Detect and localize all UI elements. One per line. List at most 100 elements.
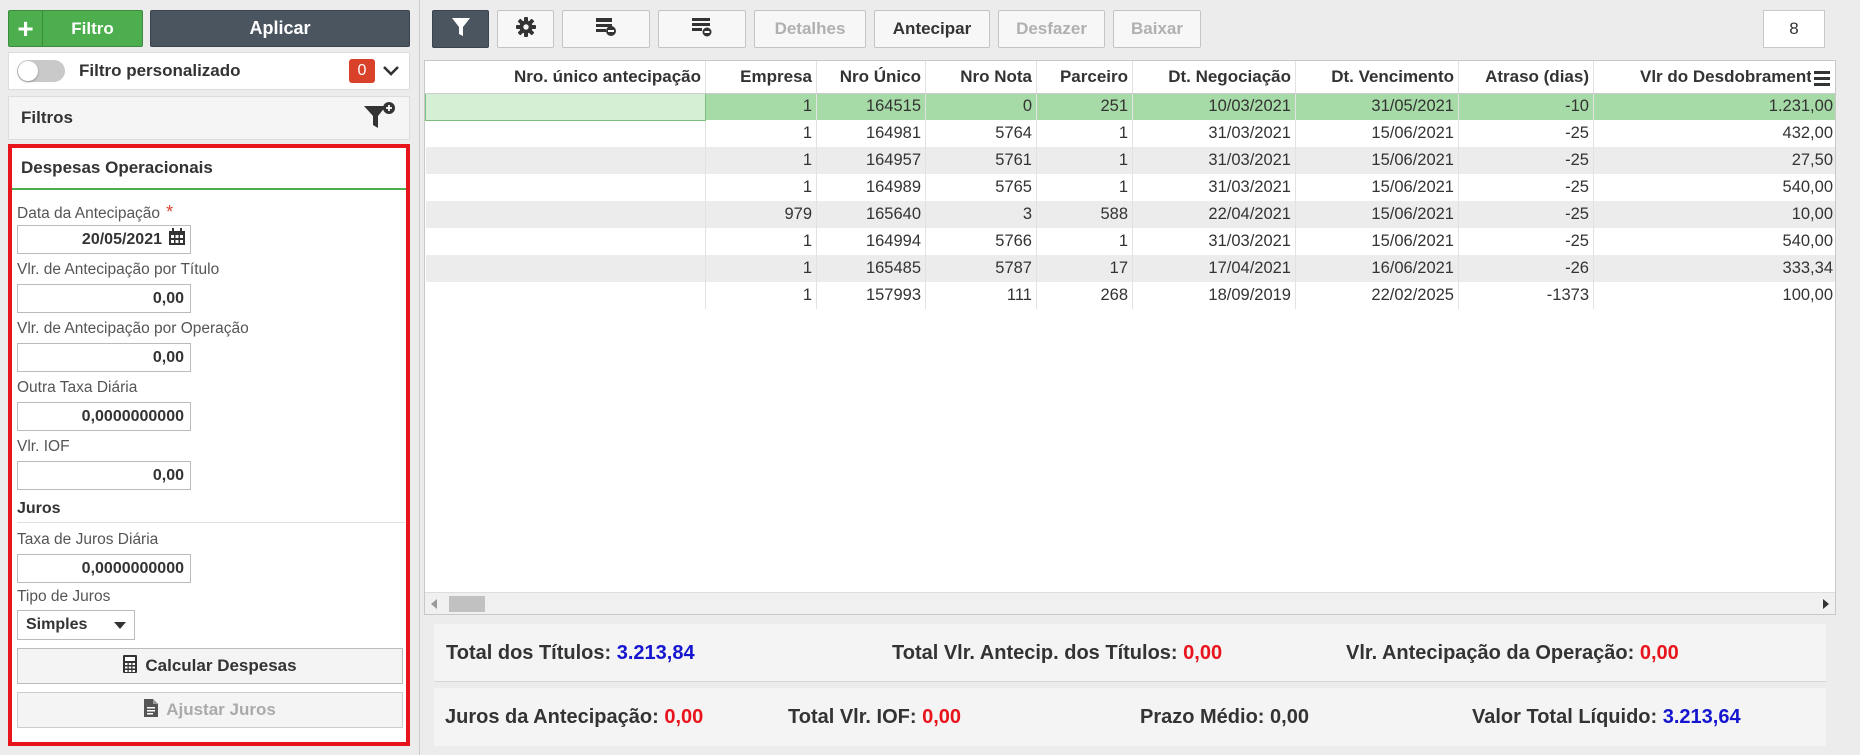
table-cell[interactable]: 157993 [816, 282, 926, 309]
table-cell[interactable]: 1 [705, 120, 817, 147]
table-cell[interactable]: 15/06/2021 [1295, 174, 1459, 201]
table-row[interactable]: 1 164994 5766 1 31/03/2021 15/06/2021 -25 540,0… [425, 228, 1835, 255]
table-cell[interactable]: 979 [705, 201, 817, 228]
table-cell[interactable]: -26 [1458, 255, 1594, 282]
detalhes-button[interactable]: Detalhes [754, 10, 866, 48]
filter-add-icon[interactable] [363, 101, 397, 136]
table-cell[interactable]: 1 [705, 147, 817, 174]
table-row[interactable]: 1 164981 5764 1 31/03/2021 15/06/2021 -25 432,0… [425, 120, 1835, 147]
table-cell[interactable]: 31/03/2021 [1132, 174, 1296, 201]
table-cell[interactable]: -1373 [1458, 282, 1594, 309]
filter-toggle-button[interactable] [432, 10, 489, 48]
antecipar-button[interactable]: Antecipar [874, 10, 990, 48]
custom-filter-toggle[interactable] [17, 60, 65, 82]
table-cell[interactable]: 5765 [925, 174, 1037, 201]
table-cell[interactable]: 165485 [816, 255, 926, 282]
table-cell[interactable]: 268 [1036, 282, 1133, 309]
table-cell[interactable]: 333,34 [1593, 255, 1835, 282]
vlr-iof-input[interactable]: 0,00 [17, 461, 191, 490]
data-antecipacao-input[interactable]: 20/05/2021 [17, 225, 191, 254]
table-cell[interactable]: -25 [1458, 228, 1594, 255]
remove-filter-button[interactable] [562, 10, 650, 48]
table-row[interactable]: 1 157993 111 268 18/09/2019 22/02/2025 -1373 10… [425, 282, 1835, 309]
clear-grid-button[interactable] [658, 10, 746, 48]
table-cell[interactable]: 251 [1036, 93, 1133, 120]
table-cell[interactable]: 1 [705, 255, 817, 282]
table-cell[interactable]: 31/03/2021 [1132, 228, 1296, 255]
scrollbar-thumb[interactable] [449, 596, 485, 612]
table-cell[interactable]: 31/03/2021 [1132, 147, 1296, 174]
table-cell[interactable]: 1 [1036, 147, 1133, 174]
settings-button[interactable] [497, 10, 554, 48]
table-cell[interactable] [425, 147, 706, 174]
table-cell[interactable]: 0 [925, 93, 1037, 120]
table-cell[interactable] [425, 174, 706, 201]
table-cell[interactable]: 164515 [816, 93, 926, 120]
table-cell[interactable]: 31/05/2021 [1295, 93, 1459, 120]
aplicar-button[interactable]: Aplicar [150, 10, 410, 47]
table-cell[interactable]: 31/03/2021 [1132, 120, 1296, 147]
vlr-titulo-input[interactable]: 0,00 [17, 284, 191, 313]
table-cell[interactable]: 540,00 [1593, 228, 1835, 255]
table-row[interactable]: 1 165485 5787 17 17/04/2021 16/06/2021 -26 333,… [425, 255, 1835, 282]
calendar-icon[interactable] [168, 228, 186, 251]
scroll-right-icon[interactable] [1823, 599, 1829, 609]
table-cell[interactable]: 111 [925, 282, 1037, 309]
table-cell[interactable]: 17 [1036, 255, 1133, 282]
taxa-juros-input[interactable]: 0,0000000000 [17, 554, 191, 583]
table-cell[interactable] [425, 282, 706, 309]
column-header[interactable]: Nro. único antecipação [425, 61, 706, 94]
vlr-operacao-input[interactable]: 0,00 [17, 343, 191, 372]
table-cell[interactable]: 588 [1036, 201, 1133, 228]
table-row[interactable]: 979 165640 3 588 22/04/2021 15/06/2021 -25 10,0… [425, 201, 1835, 228]
table-cell[interactable]: -25 [1458, 174, 1594, 201]
table-cell[interactable] [425, 228, 706, 255]
table-cell[interactable]: 15/06/2021 [1295, 228, 1459, 255]
table-cell[interactable]: 1.231,00 [1593, 93, 1835, 120]
column-header[interactable]: Nro Único [816, 61, 926, 94]
table-cell[interactable]: 17/04/2021 [1132, 255, 1296, 282]
tipo-juros-select[interactable]: Simples [17, 610, 135, 640]
table-cell[interactable]: 10/03/2021 [1132, 93, 1296, 120]
column-header[interactable]: Vlr do Desdobramento [1593, 61, 1835, 94]
column-header[interactable]: Nro Nota [925, 61, 1037, 94]
table-row[interactable]: 1 164957 5761 1 31/03/2021 15/06/2021 -25 27,50 [425, 147, 1835, 174]
column-header[interactable]: Dt. Vencimento [1295, 61, 1459, 94]
table-cell[interactable] [425, 255, 706, 282]
outra-taxa-input[interactable]: 0,0000000000 [17, 402, 191, 431]
ajustar-juros-button[interactable]: Ajustar Juros [17, 692, 403, 728]
table-cell[interactable]: 1 [705, 93, 817, 120]
table-cell[interactable]: 164957 [816, 147, 926, 174]
table-cell[interactable]: 5764 [925, 120, 1037, 147]
table-cell[interactable]: 5766 [925, 228, 1037, 255]
column-header[interactable]: Dt. Negociação [1132, 61, 1296, 94]
table-cell[interactable]: 540,00 [1593, 174, 1835, 201]
table-cell[interactable]: 22/04/2021 [1132, 201, 1296, 228]
baixar-button[interactable]: Baixar [1113, 10, 1201, 48]
table-cell[interactable]: 18/09/2019 [1132, 282, 1296, 309]
table-cell[interactable]: 1 [1036, 174, 1133, 201]
table-cell[interactable]: 432,00 [1593, 120, 1835, 147]
table-cell[interactable] [425, 120, 706, 147]
column-menu-icon[interactable] [1811, 67, 1833, 89]
table-cell[interactable]: 22/02/2025 [1295, 282, 1459, 309]
table-cell[interactable]: 100,00 [1593, 282, 1835, 309]
column-header[interactable]: Empresa [705, 61, 817, 94]
table-cell[interactable] [425, 201, 706, 228]
table-cell[interactable]: 164994 [816, 228, 926, 255]
table-cell[interactable]: 164981 [816, 120, 926, 147]
table-cell[interactable] [425, 92, 706, 121]
column-header[interactable]: Parceiro [1036, 61, 1133, 94]
table-row[interactable]: 1 164989 5765 1 31/03/2021 15/06/2021 -25 540,0… [425, 174, 1835, 201]
horizontal-scrollbar[interactable] [425, 592, 1835, 614]
table-cell[interactable]: 165640 [816, 201, 926, 228]
table-cell[interactable]: 1 [705, 282, 817, 309]
table-cell[interactable]: 27,50 [1593, 147, 1835, 174]
column-header[interactable]: Atraso (dias) [1458, 61, 1594, 94]
table-cell[interactable]: -10 [1458, 93, 1594, 120]
table-cell[interactable]: -25 [1458, 147, 1594, 174]
scroll-left-icon[interactable] [431, 599, 437, 609]
desfazer-button[interactable]: Desfazer [998, 10, 1105, 48]
table-cell[interactable]: 15/06/2021 [1295, 120, 1459, 147]
table-cell[interactable]: 16/06/2021 [1295, 255, 1459, 282]
